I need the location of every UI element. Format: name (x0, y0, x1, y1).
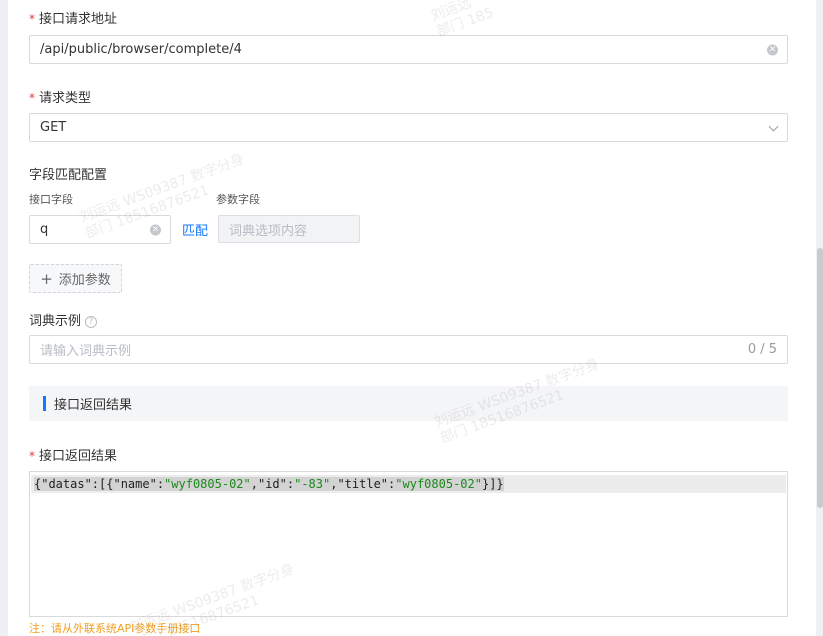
dict-example-input[interactable]: 请输入词典示例 0 / 5 (29, 335, 788, 364)
note-text: 注：请从外联系统API参数手册接口 (29, 622, 201, 635)
required-mark: * (29, 12, 35, 26)
add-param-button[interactable]: + 添加参数 (29, 264, 122, 293)
response-label: * 接口返回结果 (29, 449, 118, 464)
required-mark: * (29, 449, 35, 463)
clear-icon[interactable]: × (150, 224, 161, 235)
field-mapping-title: 字段匹配配置 (29, 168, 108, 183)
request-type-value: GET (40, 120, 67, 135)
help-icon[interactable]: ? (85, 315, 98, 328)
section-header: 接口返回结果 (29, 386, 788, 421)
param-field-input: 词典选项内容 (218, 215, 360, 243)
api-url-input[interactable]: /api/public/browser/complete/4 × (29, 35, 788, 64)
request-type-label: * 请求类型 (29, 91, 92, 106)
chevron-down-icon (768, 121, 779, 132)
dict-example-label: 词典示例? (29, 310, 98, 329)
char-counter: 0 / 5 (747, 342, 777, 357)
clear-icon[interactable]: × (767, 44, 778, 55)
code-line: {"datas":[{"name":"wyf0805-02","id":"-83… (31, 475, 786, 493)
section-title: 接口返回结果 (54, 398, 133, 413)
api-field-input[interactable]: q × (29, 215, 171, 244)
api-url-value: /api/public/browser/complete/4 (40, 42, 242, 57)
required-mark: * (29, 91, 35, 105)
param-field-placeholder: 词典选项内容 (229, 223, 308, 239)
api-field-label: 接口字段 (29, 193, 73, 206)
param-field-label: 参数字段 (216, 193, 260, 206)
form-panel: * 接口请求地址 /api/public/browser/complete/4 ×… (8, 0, 816, 636)
scrollbar[interactable] (817, 248, 823, 508)
plus-icon: + (40, 269, 53, 288)
response-code-editor[interactable]: {"datas":[{"name":"wyf0805-02","id":"-83… (29, 471, 788, 617)
match-link[interactable]: 匹配 (182, 220, 208, 239)
dict-example-placeholder: 请输入词典示例 (40, 344, 132, 359)
section-marker (43, 396, 46, 411)
api-url-label: * 接口请求地址 (29, 12, 118, 27)
api-field-value: q (40, 222, 49, 237)
add-param-label: 添加参数 (58, 273, 111, 288)
request-type-select[interactable]: GET (29, 113, 788, 142)
